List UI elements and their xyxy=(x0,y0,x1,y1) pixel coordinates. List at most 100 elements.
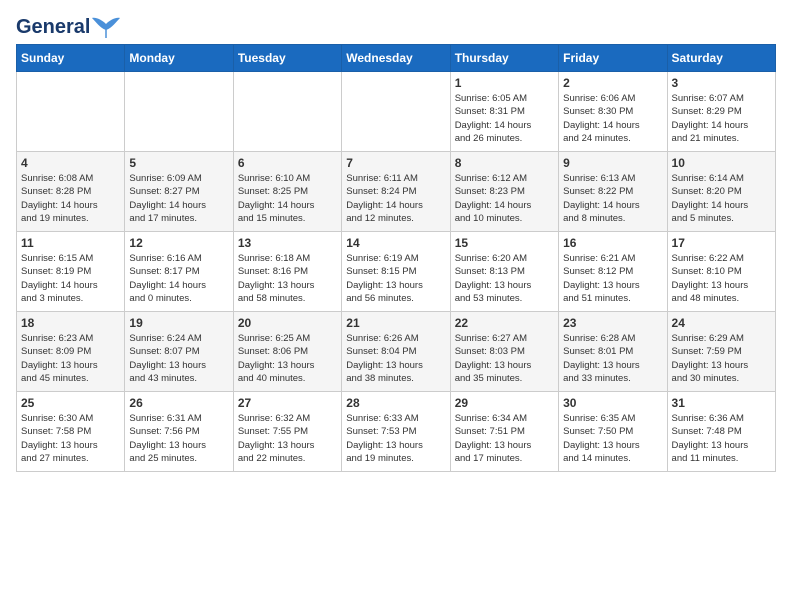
day-number: 22 xyxy=(455,316,554,330)
weekday-header-tuesday: Tuesday xyxy=(233,45,341,72)
day-number: 24 xyxy=(672,316,771,330)
calendar-week-row: 11 Sunrise: 6:15 AM Sunset: 8:19 PM Dayli… xyxy=(17,232,776,312)
calendar-cell: 1 Sunrise: 6:05 AM Sunset: 8:31 PM Daylig… xyxy=(450,72,558,152)
day-number: 13 xyxy=(238,236,337,250)
day-info: Sunrise: 6:27 AM Sunset: 8:03 PM Dayligh… xyxy=(455,332,554,385)
calendar-cell: 31 Sunrise: 6:36 AM Sunset: 7:48 PM Dayli… xyxy=(667,392,775,472)
day-info: Sunrise: 6:13 AM Sunset: 8:22 PM Dayligh… xyxy=(563,172,662,225)
calendar-cell: 21Sunrise: 6:26 AM Sunset: 8:04 PM Dayli… xyxy=(342,312,450,392)
day-number: 1 xyxy=(455,76,554,90)
day-number: 26 xyxy=(129,396,228,410)
day-info: Sunrise: 6:35 AM Sunset: 7:50 PM Dayligh… xyxy=(563,412,662,465)
day-info: Sunrise: 6:22 AM Sunset: 8:10 PM Dayligh… xyxy=(672,252,771,305)
calendar-cell: 10Sunrise: 6:14 AM Sunset: 8:20 PM Dayli… xyxy=(667,152,775,232)
calendar-cell: 14 Sunrise: 6:19 AM Sunset: 8:15 PM Dayli… xyxy=(342,232,450,312)
weekday-header-sunday: Sunday xyxy=(17,45,125,72)
calendar-cell: 24 Sunrise: 6:29 AM Sunset: 7:59 PM Dayli… xyxy=(667,312,775,392)
weekday-header-wednesday: Wednesday xyxy=(342,45,450,72)
calendar-cell: 7 Sunrise: 6:11 AM Sunset: 8:24 PM Daylig… xyxy=(342,152,450,232)
day-info: Sunrise: 6:16 AM Sunset: 8:17 PM Dayligh… xyxy=(129,252,228,305)
day-number: 2 xyxy=(563,76,662,90)
day-info: Sunrise: 6:28 AM Sunset: 8:01 PM Dayligh… xyxy=(563,332,662,385)
day-info: Sunrise: 6:11 AM Sunset: 8:24 PM Dayligh… xyxy=(346,172,445,225)
logo: General xyxy=(16,16,122,34)
day-number: 18 xyxy=(21,316,120,330)
calendar-cell xyxy=(17,72,125,152)
calendar-cell: 20 Sunrise: 6:25 AM Sunset: 8:06 PM Dayli… xyxy=(233,312,341,392)
day-number: 14 xyxy=(346,236,445,250)
day-info: Sunrise: 6:33 AM Sunset: 7:53 PM Dayligh… xyxy=(346,412,445,465)
day-info: Sunrise: 6:36 AM Sunset: 7:48 PM Dayligh… xyxy=(672,412,771,465)
day-number: 27 xyxy=(238,396,337,410)
day-number: 3 xyxy=(672,76,771,90)
day-number: 28 xyxy=(346,396,445,410)
day-info: Sunrise: 6:34 AM Sunset: 7:51 PM Dayligh… xyxy=(455,412,554,465)
day-number: 30 xyxy=(563,396,662,410)
day-info: Sunrise: 6:31 AM Sunset: 7:56 PM Dayligh… xyxy=(129,412,228,465)
calendar-cell xyxy=(233,72,341,152)
day-number: 8 xyxy=(455,156,554,170)
day-number: 25 xyxy=(21,396,120,410)
day-number: 23 xyxy=(563,316,662,330)
weekday-header-thursday: Thursday xyxy=(450,45,558,72)
calendar-cell: 22 Sunrise: 6:27 AM Sunset: 8:03 PM Dayli… xyxy=(450,312,558,392)
calendar-cell: 18 Sunrise: 6:23 AM Sunset: 8:09 PM Dayli… xyxy=(17,312,125,392)
calendar-cell: 15Sunrise: 6:20 AM Sunset: 8:13 PM Dayli… xyxy=(450,232,558,312)
day-number: 21 xyxy=(346,316,445,330)
day-number: 11 xyxy=(21,236,120,250)
calendar-cell: 17 Sunrise: 6:22 AM Sunset: 8:10 PM Dayli… xyxy=(667,232,775,312)
day-number: 12 xyxy=(129,236,228,250)
day-info: Sunrise: 6:32 AM Sunset: 7:55 PM Dayligh… xyxy=(238,412,337,465)
calendar-cell: 26 Sunrise: 6:31 AM Sunset: 7:56 PM Dayli… xyxy=(125,392,233,472)
day-info: Sunrise: 6:14 AM Sunset: 8:20 PM Dayligh… xyxy=(672,172,771,225)
day-info: Sunrise: 6:24 AM Sunset: 8:07 PM Dayligh… xyxy=(129,332,228,385)
page-header: General xyxy=(16,16,776,34)
day-number: 29 xyxy=(455,396,554,410)
day-info: Sunrise: 6:29 AM Sunset: 7:59 PM Dayligh… xyxy=(672,332,771,385)
day-info: Sunrise: 6:21 AM Sunset: 8:12 PM Dayligh… xyxy=(563,252,662,305)
day-info: Sunrise: 6:15 AM Sunset: 8:19 PM Dayligh… xyxy=(21,252,120,305)
calendar-cell: 16 Sunrise: 6:21 AM Sunset: 8:12 PM Dayli… xyxy=(559,232,667,312)
day-info: Sunrise: 6:05 AM Sunset: 8:31 PM Dayligh… xyxy=(455,92,554,145)
calendar-cell: 4Sunrise: 6:08 AM Sunset: 8:28 PM Daylig… xyxy=(17,152,125,232)
day-info: Sunrise: 6:09 AM Sunset: 8:27 PM Dayligh… xyxy=(129,172,228,225)
calendar-cell: 25Sunrise: 6:30 AM Sunset: 7:58 PM Dayli… xyxy=(17,392,125,472)
day-number: 15 xyxy=(455,236,554,250)
calendar-header-row: SundayMondayTuesdayWednesdayThursdayFrid… xyxy=(17,45,776,72)
calendar-cell: 23 Sunrise: 6:28 AM Sunset: 8:01 PM Dayli… xyxy=(559,312,667,392)
day-number: 7 xyxy=(346,156,445,170)
logo-text: General xyxy=(16,17,90,37)
day-number: 9 xyxy=(563,156,662,170)
calendar-cell: 2 Sunrise: 6:06 AM Sunset: 8:30 PM Daylig… xyxy=(559,72,667,152)
day-number: 5 xyxy=(129,156,228,170)
day-number: 6 xyxy=(238,156,337,170)
day-info: Sunrise: 6:19 AM Sunset: 8:15 PM Dayligh… xyxy=(346,252,445,305)
day-number: 31 xyxy=(672,396,771,410)
calendar-cell: 12 Sunrise: 6:16 AM Sunset: 8:17 PM Dayli… xyxy=(125,232,233,312)
day-info: Sunrise: 6:06 AM Sunset: 8:30 PM Dayligh… xyxy=(563,92,662,145)
weekday-header-monday: Monday xyxy=(125,45,233,72)
calendar-week-row: 1 Sunrise: 6:05 AM Sunset: 8:31 PM Daylig… xyxy=(17,72,776,152)
day-info: Sunrise: 6:25 AM Sunset: 8:06 PM Dayligh… xyxy=(238,332,337,385)
calendar-table: SundayMondayTuesdayWednesdayThursdayFrid… xyxy=(16,44,776,472)
day-number: 16 xyxy=(563,236,662,250)
logo-bird-icon xyxy=(92,16,122,38)
day-info: Sunrise: 6:10 AM Sunset: 8:25 PM Dayligh… xyxy=(238,172,337,225)
calendar-cell: 30 Sunrise: 6:35 AM Sunset: 7:50 PM Dayli… xyxy=(559,392,667,472)
day-number: 17 xyxy=(672,236,771,250)
calendar-cell: 9 Sunrise: 6:13 AM Sunset: 8:22 PM Daylig… xyxy=(559,152,667,232)
calendar-cell: 19 Sunrise: 6:24 AM Sunset: 8:07 PM Dayli… xyxy=(125,312,233,392)
day-info: Sunrise: 6:08 AM Sunset: 8:28 PM Dayligh… xyxy=(21,172,120,225)
day-info: Sunrise: 6:07 AM Sunset: 8:29 PM Dayligh… xyxy=(672,92,771,145)
calendar-cell: 28 Sunrise: 6:33 AM Sunset: 7:53 PM Dayli… xyxy=(342,392,450,472)
weekday-header-saturday: Saturday xyxy=(667,45,775,72)
calendar-week-row: 18 Sunrise: 6:23 AM Sunset: 8:09 PM Dayli… xyxy=(17,312,776,392)
calendar-week-row: 25Sunrise: 6:30 AM Sunset: 7:58 PM Dayli… xyxy=(17,392,776,472)
calendar-week-row: 4Sunrise: 6:08 AM Sunset: 8:28 PM Daylig… xyxy=(17,152,776,232)
weekday-header-friday: Friday xyxy=(559,45,667,72)
day-number: 19 xyxy=(129,316,228,330)
day-info: Sunrise: 6:23 AM Sunset: 8:09 PM Dayligh… xyxy=(21,332,120,385)
calendar-cell: 5 Sunrise: 6:09 AM Sunset: 8:27 PM Daylig… xyxy=(125,152,233,232)
day-number: 20 xyxy=(238,316,337,330)
calendar-cell: 11 Sunrise: 6:15 AM Sunset: 8:19 PM Dayli… xyxy=(17,232,125,312)
